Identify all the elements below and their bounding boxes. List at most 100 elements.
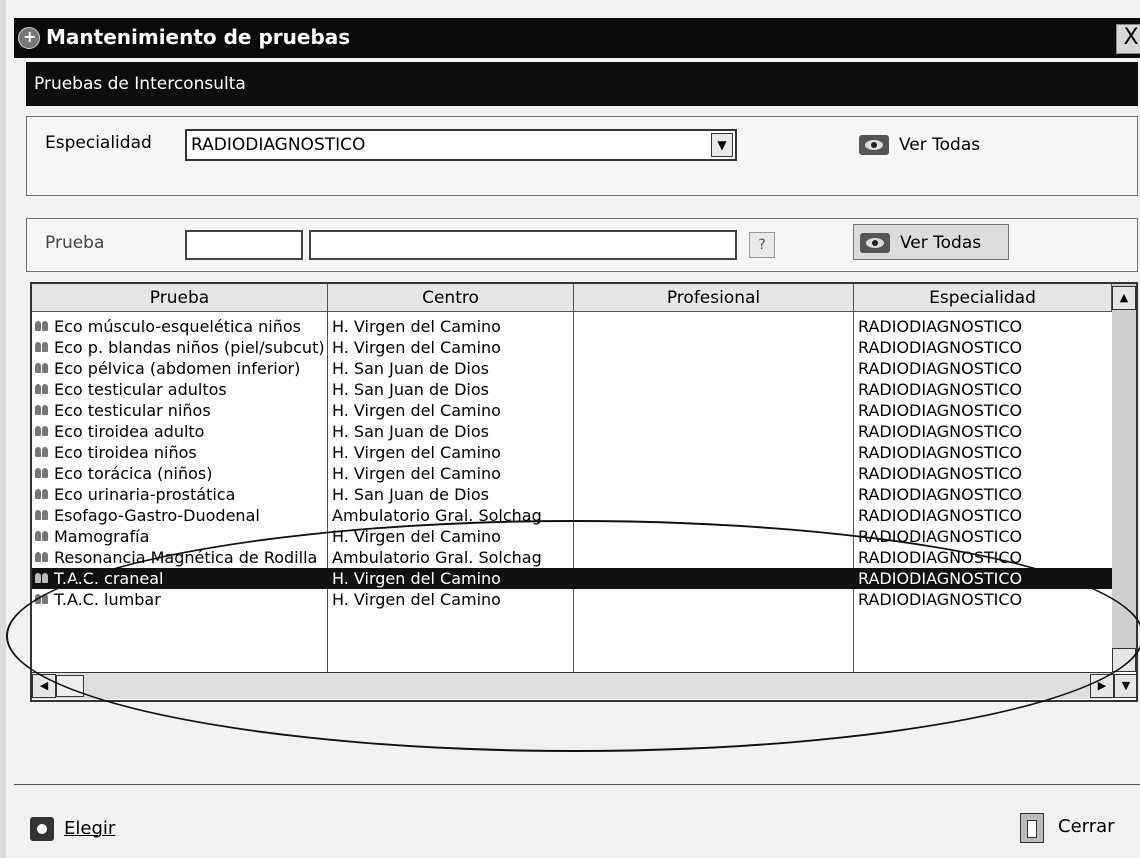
window-title: Mantenimiento de pruebas [46,25,351,49]
scroll-right-icon[interactable]: ▶ [1090,674,1114,698]
cell-centro: H. Virgen del Camino [332,401,501,420]
cell-especialidad: RADIODIAGNOSTICO [858,317,1023,336]
cell-prueba: T.A.C. lumbar [54,590,161,609]
ver-todas-label: Ver Todas [900,233,982,253]
test-group-icon [34,466,50,480]
ver-todas-label: Ver Todas [899,135,981,155]
horizontal-scroll-thumb[interactable] [56,675,84,697]
table-row[interactable]: Eco tiroidea adulto H. San Juan de Dios RA… [32,421,1112,442]
cell-prueba: Eco p. blandas niños (piel/subcut) [54,338,325,357]
elegir-label: Elegir [64,818,116,839]
table-row[interactable]: Eco urinaria-prostática H. San Juan de Di… [32,484,1112,505]
cell-especialidad: RADIODIAGNOSTICO [858,485,1023,504]
cell-centro: H. Virgen del Camino [332,464,501,483]
cell-centro: H. Virgen del Camino [332,527,501,546]
section-title: Pruebas de Interconsulta [26,62,1138,106]
test-group-icon [34,487,50,501]
cell-centro: H. Virgen del Camino [332,590,501,609]
cell-especialidad: RADIODIAGNOSTICO [858,548,1023,567]
especialidad-select[interactable]: RADIODIAGNOSTICO ▼ [185,129,737,161]
cell-centro: H. Virgen del Camino [332,338,501,357]
cell-especialidad: RADIODIAGNOSTICO [858,401,1023,420]
cell-centro: H. San Juan de Dios [332,485,489,504]
cell-centro: Ambulatorio Gral. Solchag [332,506,542,525]
cerrar-button[interactable]: Cerrar [1020,810,1115,844]
table-row[interactable]: Eco torácica (niños) H. Virgen del Camino… [32,463,1112,484]
cell-prueba: Eco tiroidea adulto [54,422,205,441]
table-row[interactable]: Eco testicular adultos H. San Juan de Dio… [32,379,1112,400]
cell-centro: H. Virgen del Camino [332,443,501,462]
footer-divider [14,784,1140,785]
help-icon[interactable]: ? [749,232,775,258]
vertical-scroll-thumb[interactable] [1112,648,1136,672]
test-group-icon [34,592,50,606]
prueba-code-input[interactable] [185,230,303,260]
elegir-button[interactable]: Elegir [30,812,115,846]
table-row[interactable]: Eco tiroidea niños H. Virgen del Camino RA… [32,442,1112,463]
test-group-icon [34,319,50,333]
table-row[interactable]: Eco testicular niños H. Virgen del Camino… [32,400,1112,421]
cell-centro: Ambulatorio Gral. Solchag [332,548,542,567]
especialidad-panel: Especialidad RADIODIAGNOSTICO ▼ Ver Toda… [26,116,1138,196]
test-group-icon [34,361,50,375]
prueba-label: Prueba [45,233,105,253]
cell-centro: H. Virgen del Camino [332,569,501,588]
cell-prueba: Resonancia Magnética de Rodilla [54,548,318,567]
cell-especialidad: RADIODIAGNOSTICO [858,569,1023,588]
cell-centro: H. San Juan de Dios [332,422,489,441]
table-row[interactable]: Esofago-Gastro-Duodenal Ambulatorio Gral.… [32,505,1112,526]
prueba-name-input[interactable] [309,230,737,260]
table-row[interactable]: Resonancia Magnética de Rodilla Ambulator… [32,547,1112,568]
cell-prueba: Eco músculo-esquelética niños [54,317,301,336]
cell-prueba: Mamografía [54,527,150,546]
horizontal-scrollbar[interactable]: ◀ ▶ [32,672,1114,699]
test-group-icon [34,424,50,438]
cell-prueba: Esofago-Gastro-Duodenal [54,506,260,525]
column-header-especialidad[interactable]: Especialidad [854,284,1112,312]
eye-icon [859,135,889,155]
table-row[interactable]: T.A.C. craneal H. Virgen del Camino RADIOD… [32,568,1112,589]
table-row[interactable]: Mamografía H. Virgen del Camino RADIODIAGN… [32,526,1112,547]
close-icon[interactable]: X [1116,24,1140,54]
cell-especialidad: RADIODIAGNOSTICO [858,359,1023,378]
table-row[interactable]: Eco p. blandas niños (piel/subcut) H. Vir… [32,337,1112,358]
cell-centro: H. Virgen del Camino [332,317,501,336]
column-header-profesional[interactable]: Profesional [574,284,854,312]
column-header-centro[interactable]: Centro [328,284,574,312]
vertical-scrollbar[interactable]: ▲ [1112,284,1136,672]
app-icon [18,27,40,49]
dialog-window: Mantenimiento de pruebas X Pruebas de In… [0,0,1140,858]
test-group-icon [34,403,50,417]
scroll-down-icon[interactable]: ▼ [1114,674,1136,698]
cell-especialidad: RADIODIAGNOSTICO [858,380,1023,399]
table-row[interactable]: Eco músculo-esquelética niños H. Virgen d… [32,316,1112,337]
test-group-icon [34,340,50,354]
select-icon [30,817,54,841]
cell-prueba: Eco testicular adultos [54,380,227,399]
ver-todas-prueba-button[interactable]: Ver Todas [853,224,1009,260]
cell-especialidad: RADIODIAGNOSTICO [858,527,1023,546]
column-header-prueba[interactable]: Prueba [32,284,328,312]
cell-prueba: Eco testicular niños [54,401,211,420]
cell-prueba: T.A.C. craneal [54,569,164,588]
prueba-panel: Prueba ? Ver Todas [26,218,1138,272]
cell-especialidad: RADIODIAGNOSTICO [858,506,1023,525]
exit-door-icon [1020,813,1044,843]
scroll-left-icon[interactable]: ◀ [32,674,56,698]
chevron-down-icon[interactable]: ▼ [711,133,733,157]
especialidad-value: RADIODIAGNOSTICO [191,135,366,155]
especialidad-label: Especialidad [45,133,152,153]
cell-especialidad: RADIODIAGNOSTICO [858,590,1023,609]
table-row[interactable]: T.A.C. lumbar H. Virgen del Camino RADIODI… [32,589,1112,610]
cell-prueba: Eco pélvica (abdomen inferior) [54,359,301,378]
pruebas-table: Prueba Centro Profesional Especialidad E… [30,282,1138,702]
scroll-up-icon[interactable]: ▲ [1112,286,1136,310]
cell-prueba: Eco tiroidea niños [54,443,197,462]
ver-todas-especialidad-button[interactable]: Ver Todas [853,127,1013,163]
cell-especialidad: RADIODIAGNOSTICO [858,464,1023,483]
table-row[interactable]: Eco pélvica (abdomen inferior) H. San Jua… [32,358,1112,379]
test-group-icon [34,571,50,585]
cell-especialidad: RADIODIAGNOSTICO [858,422,1023,441]
cerrar-label: Cerrar [1058,816,1115,837]
eye-icon [860,233,890,253]
